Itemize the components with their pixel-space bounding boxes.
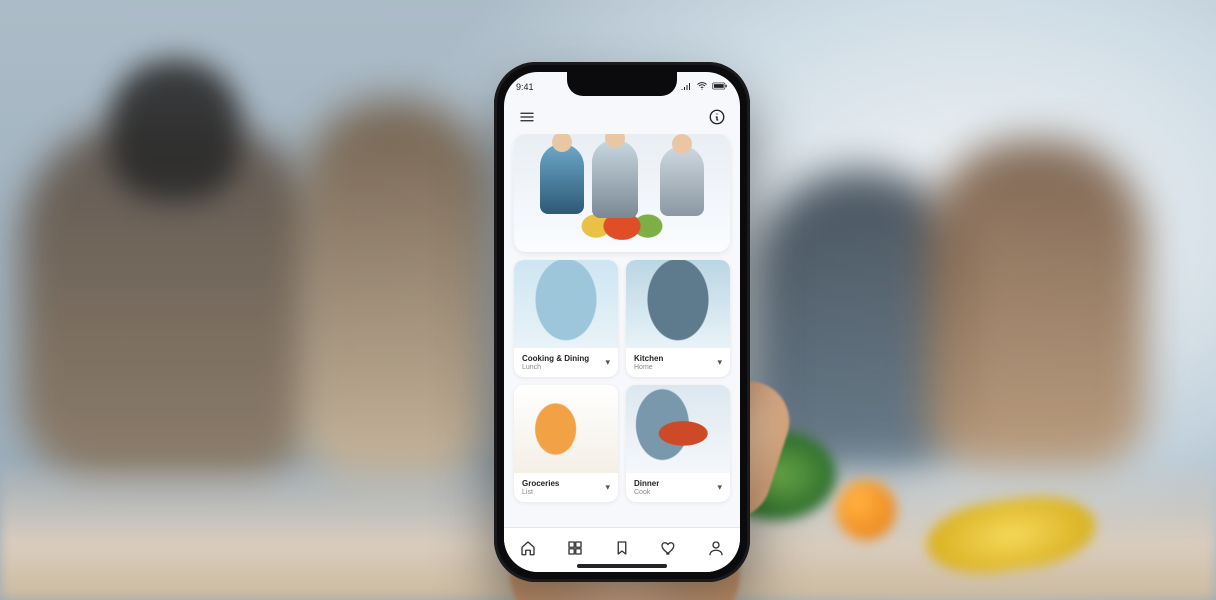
card-thumbnail	[514, 260, 618, 348]
card-title: Cooking & Dining	[522, 354, 589, 363]
tab-saved[interactable]	[613, 539, 631, 562]
user-icon	[707, 539, 725, 557]
chevron-down-icon[interactable]: ▾	[605, 482, 610, 493]
card-thumbnail	[626, 385, 730, 473]
card-title: Kitchen	[634, 354, 663, 363]
card-thumbnail	[626, 260, 730, 348]
feed-card[interactable]: Kitchen Home ▾	[626, 260, 730, 377]
card-subtitle: Home	[634, 364, 663, 371]
background-person-2	[300, 100, 490, 480]
hamburger-icon	[518, 108, 536, 126]
photo-scene: 9:41	[0, 0, 1216, 600]
signal-icon	[680, 80, 692, 94]
card-grid: Cooking & Dining Lunch ▾ Kitchen Home	[514, 260, 730, 502]
hero-card[interactable]	[514, 134, 730, 252]
home-indicator[interactable]	[577, 564, 667, 568]
phone-notch	[567, 72, 677, 96]
app-bar	[504, 100, 740, 134]
menu-button[interactable]	[516, 106, 538, 128]
wifi-icon	[696, 80, 708, 94]
card-title: Dinner	[634, 479, 659, 488]
feed-card[interactable]: Dinner Cook ▾	[626, 385, 730, 502]
card-subtitle: Cook	[634, 489, 659, 496]
feed-card[interactable]: Groceries List ▾	[514, 385, 618, 502]
chevron-down-icon[interactable]: ▾	[717, 357, 722, 368]
card-thumbnail	[514, 385, 618, 473]
background-person-4	[926, 140, 1146, 470]
orange-fruit	[836, 480, 896, 540]
info-button[interactable]	[706, 106, 728, 128]
card-subtitle: List	[522, 489, 559, 496]
chevron-down-icon[interactable]: ▾	[717, 482, 722, 493]
tab-home[interactable]	[519, 539, 537, 562]
phone-screen[interactable]: 9:41	[504, 72, 740, 572]
card-title: Groceries	[522, 479, 559, 488]
card-subtitle: Lunch	[522, 364, 589, 371]
smartphone: 9:41	[494, 62, 750, 582]
tab-explore[interactable]	[566, 539, 584, 562]
tab-favorites[interactable]	[660, 539, 678, 562]
feed-card[interactable]: Cooking & Dining Lunch ▾	[514, 260, 618, 377]
home-icon	[519, 539, 537, 557]
tab-profile[interactable]	[707, 539, 725, 562]
heart-icon	[660, 539, 678, 557]
info-icon	[708, 108, 726, 126]
chevron-down-icon[interactable]: ▾	[605, 357, 610, 368]
feed-content[interactable]: Cooking & Dining Lunch ▾ Kitchen Home	[504, 134, 740, 528]
battery-icon	[712, 81, 728, 93]
status-time: 9:41	[516, 82, 534, 92]
bookmark-icon	[613, 539, 631, 557]
grid-icon	[566, 539, 584, 557]
background-person-1-head	[110, 60, 240, 200]
